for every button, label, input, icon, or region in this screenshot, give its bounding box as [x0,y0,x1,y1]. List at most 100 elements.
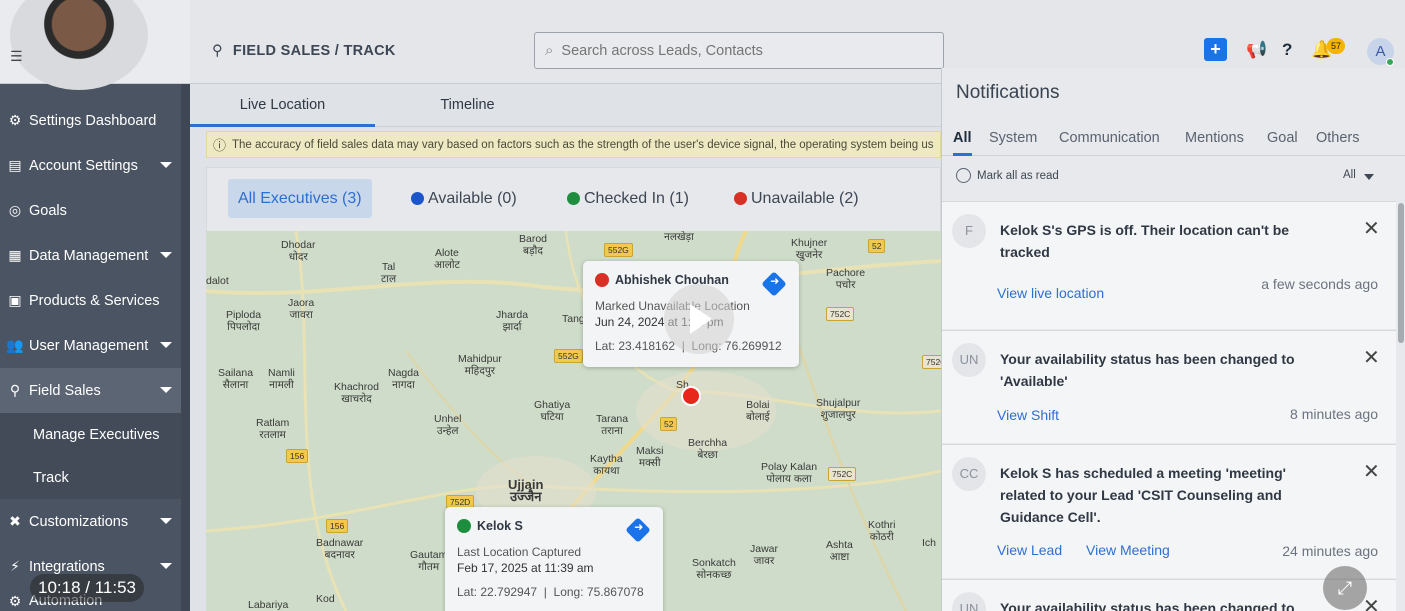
box-icon: ▣ [8,292,22,308]
filter-available[interactable]: Available (0) [411,179,517,218]
status-dot [567,192,580,205]
play-icon[interactable] [664,284,734,354]
notification-card: UN Your availability status has been cha… [942,330,1396,443]
filter-all-executives[interactable]: All Executives (3) [228,179,372,218]
map-place-label: Pachore पचोर [826,267,866,291]
map-place-label: Kod [316,593,335,605]
tools-icon: ✖ [9,513,21,529]
close-icon[interactable]: ✕ [1363,216,1380,241]
highway-shield: 552G [604,243,633,257]
caret-down-icon [160,518,172,524]
status-dot [457,519,471,533]
filter-checked-in[interactable]: Checked In (1) [567,179,689,218]
tab-others[interactable]: Others [1316,130,1360,156]
goal-icon: ◎ [8,202,22,218]
close-icon[interactable]: ✕ [1363,345,1380,370]
search-icon: ⌕ [545,42,554,59]
close-icon[interactable]: ✕ [1363,459,1380,484]
sidebar-scrollbar[interactable] [181,84,190,611]
executive-name: Abhishek Chouhan [615,273,729,287]
sidebar-item-label: Data Management [29,247,149,264]
sidebar-item-settings-dashboard[interactable]: ⚙ Settings Dashboard [0,98,181,143]
caret-down-icon [160,387,172,393]
search-input[interactable] [561,42,922,59]
plug-icon: ⚡ [10,558,20,574]
automation-icon: ⚙ [8,593,22,609]
map-place-label: Badnawar बदनावर [316,537,364,561]
tab-all[interactable]: All [953,130,972,156]
page-title: FIELD SALES / TRACK [232,43,396,59]
mark-all-read[interactable]: Mark all as read [956,168,1059,183]
executive-popup[interactable]: Kelok S Last Location Captured Feb 17, 2… [445,507,663,611]
tab-bar: Live Location Timeline [190,84,941,127]
fullscreen-icon[interactable]: ⤢ [1323,566,1367,610]
video-timestamp: 10:18 / 11:53 [30,574,144,602]
map-place-label: Unhel उन्हेल [434,413,462,437]
map-place-label: Ghatiya घटिया [534,399,571,423]
tab-live-location[interactable]: Live Location [190,84,375,127]
webcam-overlay [10,0,148,90]
search-box[interactable]: ⌕ [534,32,944,69]
tab-communication[interactable]: Communication [1059,130,1160,156]
info-icon: ⓘ [213,138,227,153]
view-meeting-link[interactable]: View Meeting [1086,542,1170,558]
map-place-label: Namli नामली [268,367,295,391]
sidebar-subitem-manage-executives[interactable]: Manage Executives [0,413,181,456]
sidebar-item-field-sales[interactable]: ⚲ Field Sales [0,368,181,413]
highway-shield: 752C [826,307,855,321]
field-sales-icon: ⚲ [9,382,21,398]
close-icon[interactable]: ✕ [1363,594,1380,611]
map-view[interactable]: Dhodar धोदर Barod बड़ौद नलखेड़ा Khujner खुज… [206,231,941,611]
map-place-label: Mahidpur महिदपुर [458,353,502,377]
sidebar-header: ☰ [0,0,190,90]
sidebar-item-account-settings[interactable]: ▤ Account Settings [0,143,181,188]
notification-message: Your availability status has been change… [1000,351,1295,389]
map-place-label: Ich [922,537,937,549]
highway-shield: 52 [660,417,678,431]
map-place-label: Gautam गौतम [410,549,448,573]
sidebar-item-goals[interactable]: ◎ Goals [0,188,181,233]
filter-label: Checked In (1) [584,190,689,207]
executive-location-pin[interactable] [681,386,701,406]
sidebar-item-products-services[interactable]: ▣ Products & Services [0,278,181,323]
notification-filter-select[interactable]: All [1343,169,1374,181]
popup-status: Last Location Captured [457,545,582,559]
sidebar-item-customizations[interactable]: ✖ Customizations [0,499,181,544]
map-place-label: Tang [562,313,585,325]
map-place-label: Shujalpur शुजालपुर [816,397,861,421]
online-status-dot [1386,58,1394,66]
caret-down-icon [160,252,172,258]
view-shift-link[interactable]: View Shift [997,407,1059,423]
tab-timeline[interactable]: Timeline [375,84,560,127]
view-lead-link[interactable]: View Lead [997,542,1062,558]
highway-shield: 156 [326,519,349,533]
map-place-label: Ashta आष्टा [826,539,853,563]
map-place-label: Maksi मक्सी [636,445,664,469]
add-icon[interactable]: + [1204,38,1227,61]
map-place-label: Ujjain उज्जैन [508,477,544,504]
megaphone-icon[interactable]: 📢 [1246,40,1267,60]
sidebar-subitem-track[interactable]: Track [0,456,181,499]
tab-mentions[interactable]: Mentions [1185,130,1244,156]
menu-icon[interactable]: ☰ [10,48,23,65]
map-place-label: Jawar जावर [750,543,779,567]
notification-time: a few seconds ago [1261,276,1378,292]
map-place-label: Piploda पिपलोदा [226,309,262,333]
filter-unavailable[interactable]: Unavailable (2) [734,179,859,218]
map-place-label: Jaora जावरा [288,297,315,321]
notifications-scrollbar[interactable] [1398,203,1404,343]
avatar: UN [952,343,986,377]
map-place-label: Jharda झार्दा [496,309,529,333]
tab-goal[interactable]: Goal [1267,130,1298,156]
help-icon[interactable]: ? [1282,40,1292,60]
sidebar-item-user-management[interactable]: 👥 User Management [0,323,181,368]
view-live-location-link[interactable]: View live location [997,285,1104,301]
map-place-label: Bolai बोलाई [746,399,770,423]
sidebar-item-data-management[interactable]: ▦ Data Management [0,233,181,278]
highway-shield: 552G [554,349,583,363]
mark-all-label: Mark all as read [977,169,1059,182]
filter-label: Unavailable (2) [751,190,859,207]
status-dot [595,273,609,287]
executive-filters: All Executives (3) Available (0) Checked… [206,167,941,231]
tab-system[interactable]: System [989,130,1037,156]
